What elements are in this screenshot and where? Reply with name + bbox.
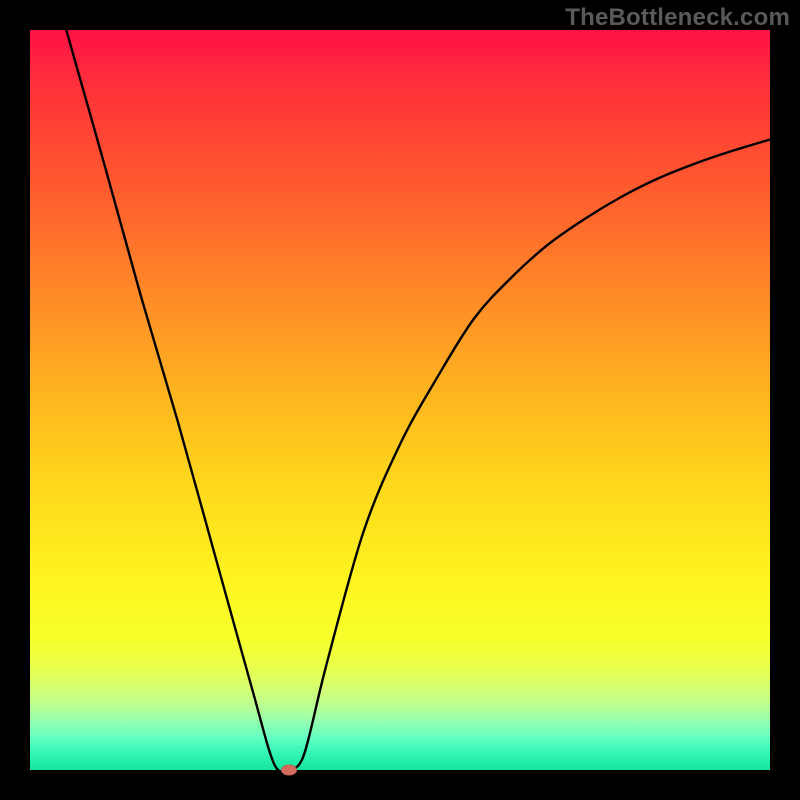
- gradient-background: [30, 30, 770, 770]
- optimum-marker: [281, 765, 297, 776]
- plot-area: [30, 30, 770, 770]
- watermark-text: TheBottleneck.com: [565, 4, 790, 32]
- chart-frame: TheBottleneck.com: [0, 0, 800, 800]
